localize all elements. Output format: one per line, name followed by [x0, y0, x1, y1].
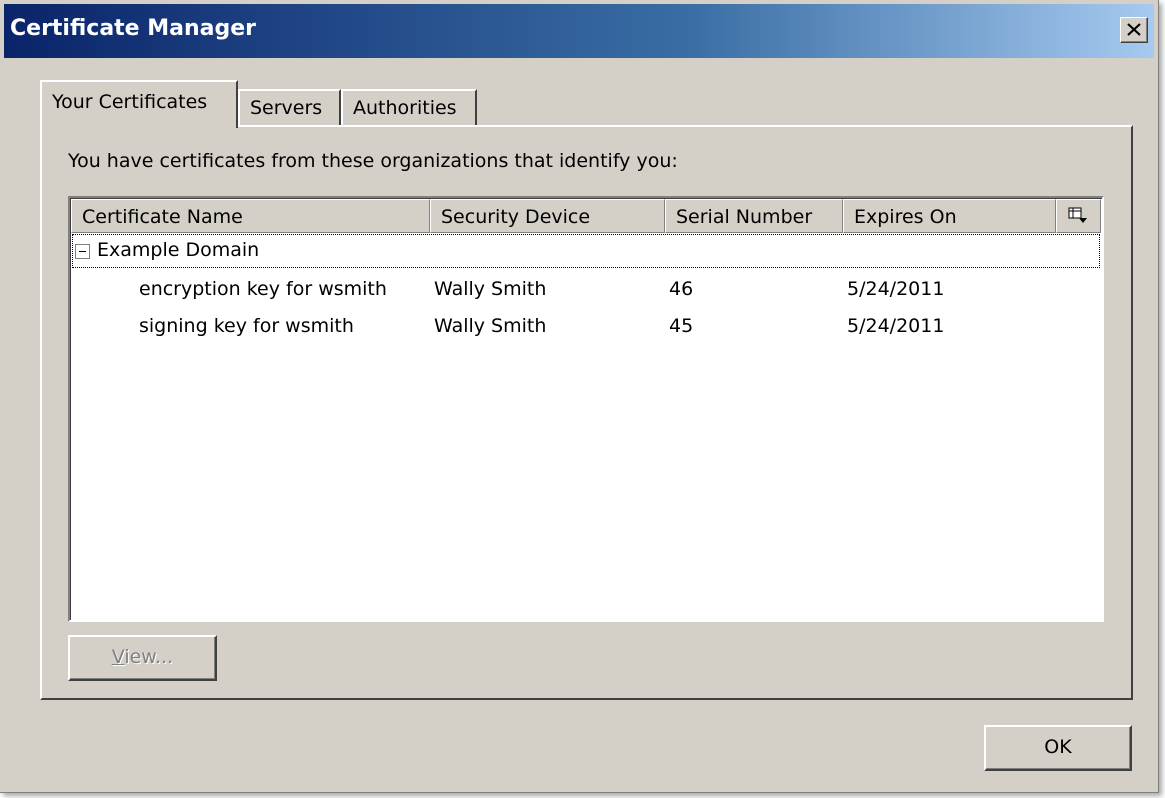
column-picker-icon — [1068, 207, 1087, 223]
column-header-label: Certificate Name — [82, 206, 243, 228]
table-row[interactable]: signing key for wsmith Wally Smith 45 5/… — [71, 309, 1101, 345]
ok-button-label: OK — [1044, 736, 1072, 758]
cell-serial-number: 45 — [669, 315, 694, 337]
column-header-label: Expires On — [854, 206, 957, 228]
collapse-twisty-icon[interactable] — [75, 244, 90, 259]
close-button[interactable] — [1120, 17, 1148, 43]
tab-label: Your Certificates — [52, 91, 208, 113]
column-header-label: Security Device — [441, 206, 591, 228]
tab-label: Servers — [250, 97, 323, 119]
tab-your-certificates[interactable]: Your Certificates — [40, 80, 238, 128]
column-header-expires-on[interactable]: Expires On — [843, 199, 1056, 233]
instruction-text: You have certificates from these organiz… — [68, 150, 678, 172]
tab-panel-your-certificates: You have certificates from these organiz… — [40, 125, 1133, 700]
cell-certificate-name: signing key for wsmith — [139, 315, 354, 337]
tab-authorities[interactable]: Authorities — [341, 89, 477, 125]
view-button-accelerator: V — [111, 646, 125, 668]
close-icon — [1127, 23, 1141, 36]
cell-expires-on: 5/24/2011 — [847, 278, 945, 300]
tree-header: Certificate Name Security Device Serial … — [71, 199, 1101, 233]
table-row[interactable]: encryption key for wsmith Wally Smith 46… — [71, 272, 1101, 308]
cell-serial-number: 46 — [669, 278, 694, 300]
cell-expires-on: 5/24/2011 — [847, 315, 945, 337]
column-header-serial-number[interactable]: Serial Number — [665, 199, 843, 233]
column-header-certificate-name[interactable]: Certificate Name — [71, 199, 430, 233]
tab-label: Authorities — [353, 97, 457, 119]
view-button-label: iew... — [124, 646, 174, 668]
window-title: Certificate Manager — [10, 16, 257, 41]
tab-servers[interactable]: Servers — [238, 89, 341, 125]
group-label: Example Domain — [97, 239, 260, 261]
column-header-security-device[interactable]: Security Device — [430, 199, 665, 233]
column-header-label: Serial Number — [676, 206, 813, 228]
column-picker-button[interactable] — [1056, 199, 1101, 233]
cell-security-device: Wally Smith — [434, 278, 547, 300]
ok-button[interactable]: OK — [984, 725, 1132, 771]
certificate-tree[interactable]: Certificate Name Security Device Serial … — [68, 196, 1104, 622]
cell-certificate-name: encryption key for wsmith — [139, 278, 387, 300]
certificate-manager-window: Certificate Manager Your Certificates Se… — [0, 0, 1159, 793]
tree-group-row[interactable]: Example Domain — [71, 233, 1101, 269]
view-button[interactable]: View... — [68, 635, 217, 681]
cell-security-device: Wally Smith — [434, 315, 547, 337]
title-bar[interactable]: Certificate Manager — [4, 4, 1154, 58]
